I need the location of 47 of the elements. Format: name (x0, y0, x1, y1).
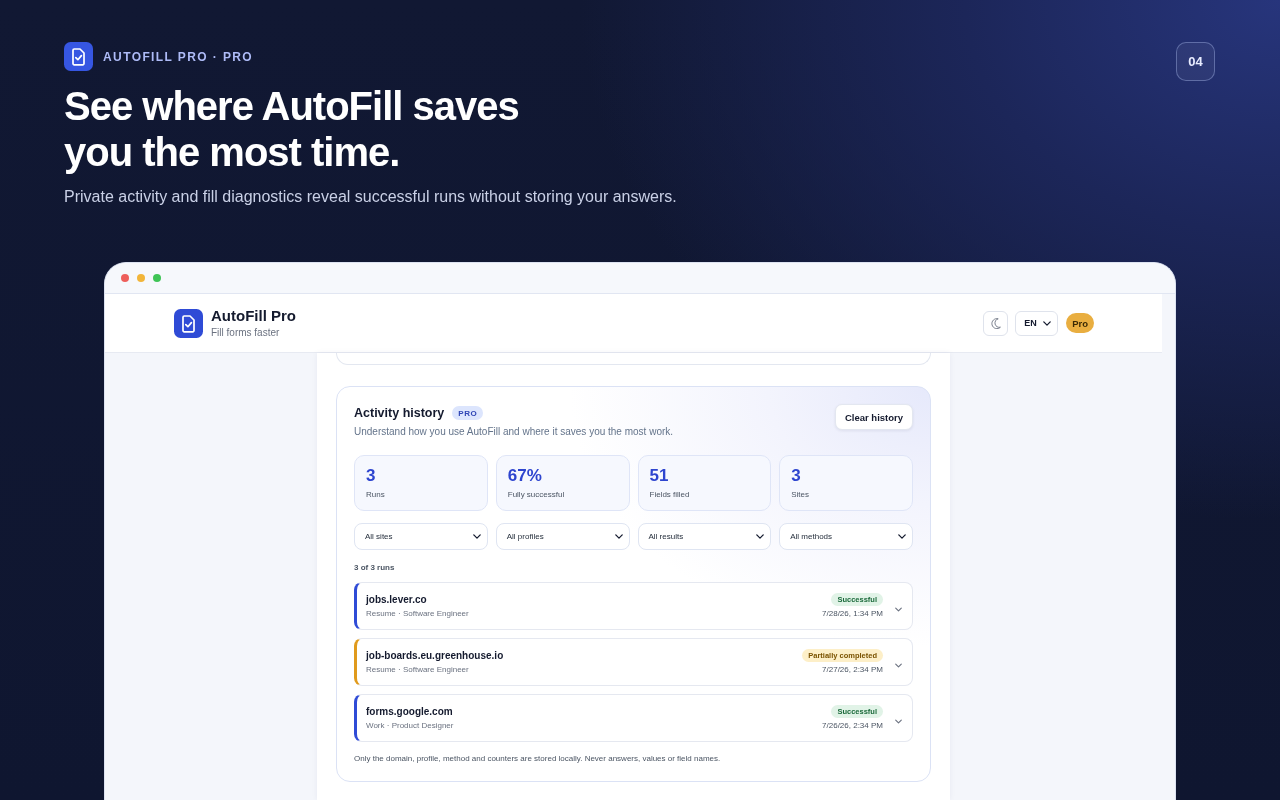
card-description: Understand how you use AutoFill and where it saves you the most work. (354, 426, 674, 438)
card-title: Activity history (354, 405, 445, 422)
chevron-down-icon (898, 534, 906, 539)
filter-dropdown[interactable]: All sites (354, 523, 488, 550)
run-count: 3 of 3 runs (354, 563, 396, 573)
moon-icon (990, 317, 1001, 329)
run-date: 7/27/26, 2:34 PM (822, 665, 883, 675)
run-date: 7/28/26, 1:34 PM (822, 609, 883, 619)
run-domain: jobs.lever.co (366, 593, 428, 606)
filter-dropdown[interactable]: All methods (779, 523, 913, 550)
maximize-button[interactable] (153, 274, 161, 282)
headline: See where AutoFill saves you the most time. (64, 83, 520, 175)
stat-label: Fields filled (649, 490, 691, 500)
pro-badge: PRO (452, 406, 484, 420)
slide-number: 04 (1176, 42, 1215, 81)
stat-value: 51 (649, 466, 670, 486)
run-profile: Resume · Software Engineer (366, 609, 470, 619)
stat-label: Sites (791, 490, 811, 500)
run-date: 7/26/26, 2:34 PM (822, 721, 883, 731)
chevron-down-icon (614, 534, 623, 539)
app-title: AutoFill Pro (211, 307, 296, 325)
theme-toggle-button[interactable] (983, 310, 1009, 336)
filter-dropdown[interactable]: All profiles (495, 523, 630, 550)
document-check-icon (64, 42, 93, 71)
stat-value: 3 (791, 466, 802, 486)
app-tagline: Fill forms faster (211, 327, 281, 339)
brand-label: AUTOFILL PRO · PRO (103, 49, 254, 64)
chevron-down-icon (756, 534, 765, 539)
stat-label: Fully successful (507, 490, 566, 500)
filter-dropdown[interactable]: All results (637, 523, 772, 550)
close-button[interactable] (121, 274, 129, 282)
minimize-button[interactable] (137, 274, 145, 282)
run-domain: job-boards.eu.greenhouse.io (366, 649, 505, 662)
chevron-down-icon (472, 534, 481, 539)
run-profile: Resume · Software Engineer (366, 665, 470, 675)
clear-history-button[interactable]: Clear history (834, 404, 913, 430)
run-domain: forms.google.com (366, 705, 454, 718)
language-select[interactable]: EN (1015, 310, 1059, 336)
stat-value: 3 (366, 466, 377, 486)
subtitle: Private activity and fill diagnostics reveal successful runs without storing your answers. (64, 187, 678, 207)
plan-badge: Pro (1066, 313, 1094, 333)
stat-label: Runs (366, 490, 386, 500)
chevron-down-icon (1043, 320, 1052, 326)
privacy-note: Only the domain, profile, method and counters are stored locally. Never answers, values or field names. (354, 754, 722, 764)
run-profile: Work · Product Designer (366, 721, 455, 731)
document-check-icon (174, 308, 203, 338)
stat-value: 67% (507, 466, 543, 486)
